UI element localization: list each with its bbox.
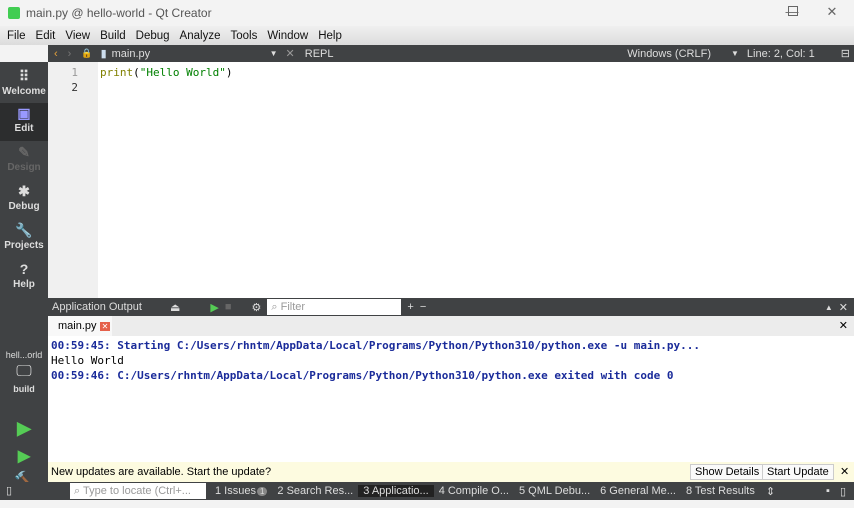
wrench-icon: 🔧 bbox=[15, 222, 33, 238]
locator-input[interactable]: ⌕ Type to locate (Ctrl+... bbox=[70, 483, 206, 499]
line-ending-selector[interactable]: Windows (CRLF) bbox=[627, 48, 711, 60]
stop-icon[interactable]: ■ bbox=[225, 301, 232, 313]
mode-welcome[interactable]: ⠿ Welcome bbox=[0, 66, 48, 104]
settings-icon[interactable]: ⚙ bbox=[252, 301, 262, 314]
cursor-position[interactable]: Line: 2, Col: 1 bbox=[747, 48, 815, 60]
tab-issues[interactable]: 1 Issues 1 bbox=[210, 485, 272, 497]
menu-tools[interactable]: Tools bbox=[225, 30, 262, 42]
output-pane-toolbar: Application Output ⏏ ▶ ■ ⚙ ⌕ Filter + − … bbox=[48, 298, 854, 316]
show-details-button[interactable]: Show Details bbox=[690, 464, 765, 480]
code-editor[interactable]: 12 print("Hello World") bbox=[48, 62, 854, 298]
rerun-icon[interactable]: ▶ bbox=[210, 301, 218, 314]
filter-input[interactable]: ⌕ Filter bbox=[267, 299, 402, 315]
code-line[interactable]: print("Hello World") bbox=[100, 65, 232, 80]
mode-help[interactable]: ? Help bbox=[0, 259, 48, 297]
qt-logo-icon bbox=[8, 7, 20, 19]
menu-build[interactable]: Build bbox=[95, 30, 131, 42]
maximize-pane-icon[interactable]: ▲ bbox=[825, 303, 833, 312]
output-tabs: main.py ✕ ✕ bbox=[48, 316, 854, 336]
application-output[interactable]: 00:59:45: Starting C:/Users/rhntm/AppDat… bbox=[48, 336, 854, 462]
mode-debug[interactable]: ✱ Debug bbox=[0, 181, 48, 219]
open-file-selector[interactable]: main.py bbox=[112, 48, 270, 60]
menu-edit[interactable]: Edit bbox=[31, 30, 61, 42]
menu-help[interactable]: Help bbox=[313, 30, 347, 42]
bug-icon: ✱ bbox=[18, 183, 30, 199]
python-file-icon: ▮ bbox=[100, 48, 107, 60]
back-icon[interactable]: ‹ bbox=[54, 48, 58, 60]
zoom-in-button[interactable]: + bbox=[407, 301, 413, 313]
tab-test-results[interactable]: 8 Test Results bbox=[681, 485, 760, 497]
tab-compile-output[interactable]: 4 Compile O... bbox=[434, 485, 514, 497]
repl-button[interactable]: REPL bbox=[305, 48, 334, 60]
menu-view[interactable]: View bbox=[60, 30, 95, 42]
status-bar: ▯ ⌕ Type to locate (Ctrl+... 1 Issues 1 2… bbox=[6, 482, 854, 500]
close-file-button[interactable]: ✕ bbox=[286, 47, 295, 60]
monitor-icon: 🖵 bbox=[16, 363, 32, 380]
dropdown-icon[interactable]: ▼ bbox=[731, 49, 739, 58]
menu-bar: File Edit View Build Debug Analyze Tools… bbox=[0, 26, 854, 45]
edit-icon: ▣ bbox=[17, 105, 31, 121]
forward-icon[interactable]: › bbox=[68, 48, 72, 60]
mode-edit[interactable]: ▣ Edit bbox=[0, 103, 48, 141]
toggle-right-sidebar-icon[interactable]: ▯ bbox=[840, 485, 846, 498]
progress-icon[interactable]: ▪ bbox=[826, 485, 830, 497]
close-window-button[interactable]: ✕ bbox=[822, 4, 842, 20]
close-all-icon[interactable]: ✕ bbox=[839, 319, 848, 332]
update-infobar: New updates are available. Start the upd… bbox=[48, 462, 854, 482]
toggle-sidebar-icon[interactable]: ▯ bbox=[6, 484, 12, 497]
tab-general-messages[interactable]: 6 General Me... bbox=[595, 485, 681, 497]
mode-sidebar: ⠿ Welcome ▣ Edit ✎ Design ✱ Debug 🔧 Projects … bbox=[0, 62, 48, 500]
menu-file[interactable]: File bbox=[2, 30, 31, 42]
split-icon[interactable]: ⊟ bbox=[841, 47, 850, 60]
tab-application-output[interactable]: 3 Applicatio... bbox=[358, 485, 434, 497]
window-title: main.py @ hello-world - Qt Creator bbox=[26, 6, 212, 20]
dismiss-button[interactable]: ✕ bbox=[840, 465, 849, 478]
line-number-gutter: 12 bbox=[48, 62, 98, 298]
kit-selector[interactable]: hell...orld 🖵 build bbox=[0, 350, 48, 410]
maximize-icon[interactable] bbox=[788, 6, 798, 16]
title-bar: main.py @ hello-world - Qt Creator — ✕ bbox=[0, 0, 854, 26]
attach-icon[interactable]: ⏏ bbox=[170, 301, 180, 314]
output-pane-title: Application Output bbox=[52, 301, 142, 313]
close-tab-icon[interactable]: ✕ bbox=[99, 322, 111, 331]
start-update-button[interactable]: Start Update bbox=[762, 464, 834, 480]
editor-toolbar: ‹ › 🔒 ▮ main.py ▼ ✕ REPL Windows (CRLF) … bbox=[48, 45, 854, 62]
output-tab-main[interactable]: main.py ✕ bbox=[48, 316, 112, 336]
tab-search-results[interactable]: 2 Search Res... bbox=[272, 485, 358, 497]
menu-analyze[interactable]: Analyze bbox=[175, 30, 226, 42]
mode-design[interactable]: ✎ Design bbox=[0, 142, 48, 180]
grid-icon: ⠿ bbox=[18, 68, 30, 84]
more-tabs-icon[interactable]: ⇕ bbox=[766, 485, 775, 498]
update-message: New updates are available. Start the upd… bbox=[51, 466, 272, 478]
lock-icon: 🔒 bbox=[81, 48, 93, 58]
pencil-icon: ✎ bbox=[18, 144, 30, 160]
mode-projects[interactable]: 🔧 Projects bbox=[0, 220, 48, 258]
dropdown-icon[interactable]: ▼ bbox=[270, 49, 278, 58]
close-pane-button[interactable]: ✕ bbox=[839, 301, 848, 314]
menu-debug[interactable]: Debug bbox=[131, 30, 175, 42]
help-icon: ? bbox=[19, 261, 29, 277]
tab-qml-debugger[interactable]: 5 QML Debu... bbox=[514, 485, 595, 497]
menu-window[interactable]: Window bbox=[262, 30, 313, 42]
zoom-out-button[interactable]: − bbox=[420, 301, 426, 313]
